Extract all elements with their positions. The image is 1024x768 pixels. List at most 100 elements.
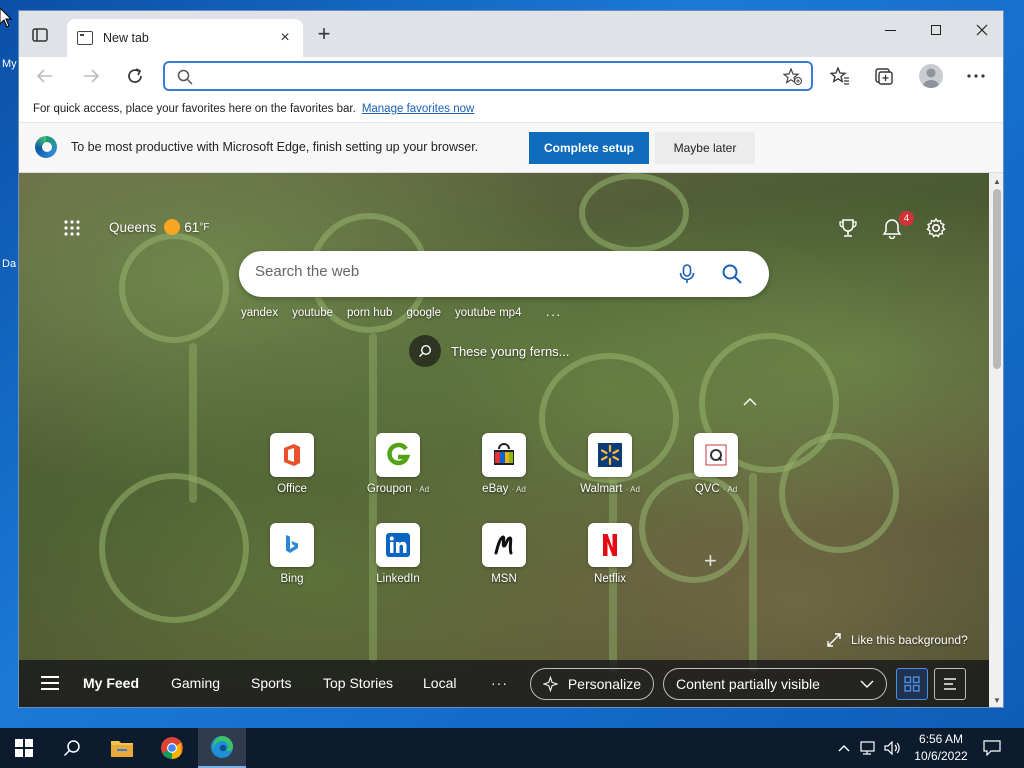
- taskbar-edge[interactable]: [198, 728, 246, 768]
- favorites-bar-text: For quick access, place your favorites h…: [33, 102, 356, 115]
- tile-linkedin[interactable]: LinkedIn: [358, 523, 438, 585]
- taskbar-search-button[interactable]: [48, 728, 96, 768]
- chevron-down-icon: [860, 680, 874, 688]
- collections-icon[interactable]: [873, 65, 895, 87]
- action-center-button[interactable]: [978, 736, 1006, 760]
- reload-button[interactable]: [121, 63, 149, 89]
- ad-label: · Ad: [511, 485, 526, 494]
- quick-search-item[interactable]: porn hub: [347, 307, 392, 322]
- tab-close-icon[interactable]: ×: [277, 29, 293, 47]
- tile-bing[interactable]: Bing: [252, 523, 332, 585]
- fern-stem-decoration: [749, 473, 757, 673]
- tile-msn[interactable]: MSN: [464, 523, 544, 585]
- tile-label: Groupon: [366, 483, 412, 495]
- start-button[interactable]: [0, 728, 48, 768]
- taskbar-clock[interactable]: 6:56 AM 10/6/2022: [906, 731, 976, 765]
- image-info[interactable]: These young ferns...: [409, 335, 570, 367]
- search-icon: [63, 740, 80, 757]
- network-icon[interactable]: [860, 741, 878, 755]
- walmart-icon: [588, 433, 632, 477]
- volume-icon[interactable]: [884, 741, 902, 755]
- web-search-box[interactable]: [239, 251, 769, 297]
- list-view-button[interactable]: [934, 668, 966, 700]
- ad-label: · Ad: [722, 485, 738, 494]
- chevron-up-icon[interactable]: [838, 744, 850, 752]
- image-caption[interactable]: These young ferns...: [451, 344, 570, 359]
- quick-search-item[interactable]: yandex: [241, 307, 278, 322]
- weather-widget[interactable]: Queens 61 °F: [109, 219, 209, 235]
- feed-tab-gaming[interactable]: Gaming: [171, 675, 220, 691]
- chevron-up-icon[interactable]: [743, 395, 757, 409]
- feed-tab-sports[interactable]: Sports: [251, 675, 291, 691]
- personalize-label: Personalize: [567, 676, 641, 692]
- profile-avatar[interactable]: [919, 64, 943, 88]
- quick-search-item[interactable]: youtube mp4: [455, 307, 522, 322]
- back-button[interactable]: [31, 63, 59, 89]
- taskbar-chrome[interactable]: [148, 728, 196, 768]
- maybe-later-button[interactable]: Maybe later: [655, 132, 755, 164]
- quick-search-item[interactable]: youtube: [292, 307, 333, 322]
- manage-favorites-link[interactable]: Manage favorites now: [362, 103, 475, 115]
- maximize-button[interactable]: [913, 15, 959, 45]
- mouse-cursor-icon: [0, 8, 12, 28]
- tab-actions-icon[interactable]: [29, 25, 51, 45]
- quick-search-item[interactable]: google: [406, 307, 441, 322]
- windows-logo-icon: [15, 739, 33, 757]
- feed-more-icon[interactable]: ···: [491, 675, 508, 691]
- quick-search-more-icon[interactable]: ···: [545, 307, 561, 322]
- web-search-input[interactable]: [255, 263, 655, 280]
- scroll-thumb[interactable]: [993, 189, 1001, 369]
- forward-button[interactable]: [77, 63, 105, 89]
- taskbar-file-explorer[interactable]: [98, 728, 146, 768]
- like-background-link[interactable]: Like this background?: [827, 633, 968, 647]
- feed-navigation-bar: My Feed Gaming Sports Top Stories Local …: [19, 660, 989, 707]
- grid-view-button[interactable]: [896, 668, 928, 700]
- qvc-icon: [694, 433, 738, 477]
- image-search-icon[interactable]: [409, 335, 441, 367]
- content-visibility-dropdown[interactable]: Content partially visible: [663, 668, 887, 700]
- tile-walmart[interactable]: Walmart · Ad: [570, 433, 650, 495]
- microphone-icon[interactable]: [677, 263, 697, 285]
- tile-label: LinkedIn: [376, 573, 420, 585]
- address-bar[interactable]: [163, 61, 813, 91]
- desktop-icon-label[interactable]: Da: [2, 258, 16, 270]
- apps-grid-icon[interactable]: [63, 219, 81, 237]
- close-window-button[interactable]: [959, 15, 1003, 45]
- scroll-down-arrow-icon[interactable]: ▼: [993, 696, 1001, 705]
- tab-title: New tab: [103, 31, 149, 45]
- netflix-icon: [588, 523, 632, 567]
- toolbar: [19, 57, 1003, 95]
- new-tab-button[interactable]: +: [313, 23, 335, 45]
- weather-unit: °F: [199, 221, 210, 233]
- tile-groupon[interactable]: Groupon · Ad: [358, 433, 438, 495]
- add-site-plus-icon[interactable]: +: [704, 548, 717, 574]
- tile-office[interactable]: Office: [252, 433, 332, 495]
- list-view-icon: [944, 678, 956, 690]
- fern-decoration: [119, 233, 229, 343]
- feed-tab-my-feed[interactable]: My Feed: [83, 675, 139, 691]
- fern-stem-decoration: [189, 343, 197, 503]
- scroll-up-arrow-icon[interactable]: ▲: [993, 177, 1001, 186]
- feed-tab-local[interactable]: Local: [423, 675, 456, 691]
- personalize-button[interactable]: Personalize: [530, 668, 654, 700]
- fern-decoration: [779, 433, 899, 553]
- search-submit-icon[interactable]: [721, 263, 743, 285]
- complete-setup-button[interactable]: Complete setup: [529, 132, 649, 164]
- page-scrollbar[interactable]: ▲ ▼: [989, 173, 1003, 707]
- tile-qvc[interactable]: QVC · Ad: [676, 433, 756, 495]
- tile-ebay[interactable]: eBay · Ad: [464, 433, 544, 495]
- rewards-trophy-icon[interactable]: [837, 217, 859, 239]
- more-options-icon[interactable]: [965, 65, 987, 87]
- groupon-icon: [376, 433, 420, 477]
- tile-netflix[interactable]: Netflix: [570, 523, 650, 585]
- favorites-icon[interactable]: [829, 65, 851, 87]
- menu-hamburger-icon[interactable]: [41, 676, 59, 690]
- add-favorite-icon[interactable]: [783, 68, 803, 86]
- setup-banner: To be most productive with Microsoft Edg…: [19, 123, 1003, 173]
- desktop-icon-label[interactable]: My: [2, 58, 17, 70]
- office-icon: [270, 433, 314, 477]
- feed-tab-top-stories[interactable]: Top Stories: [323, 675, 393, 691]
- tab-new-tab[interactable]: New tab ×: [67, 19, 303, 57]
- minimize-button[interactable]: [867, 15, 913, 45]
- settings-gear-icon[interactable]: [925, 217, 947, 239]
